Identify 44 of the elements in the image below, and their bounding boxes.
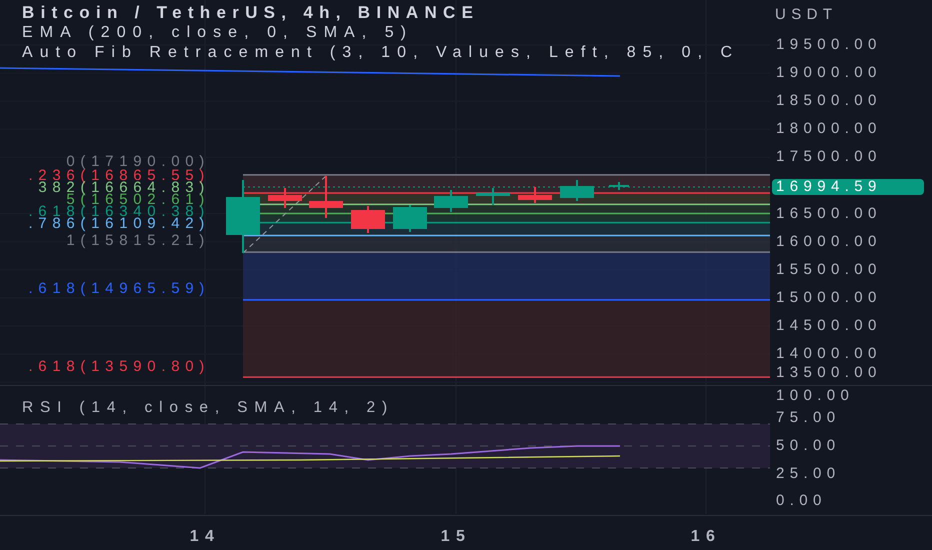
fib-level-label: 5(16502.61) [66, 193, 210, 206]
candlestick [309, 176, 343, 218]
rsi-tick: 0.00 [776, 493, 827, 508]
price-tick: 13500.00 [776, 365, 882, 380]
rsi-tick: 25.00 [776, 466, 841, 481]
price-tick: 16500.00 [776, 206, 882, 221]
price-tick: 17500.00 [776, 149, 882, 164]
currency-label: USDT [775, 5, 838, 25]
last-price-badge: 16994.59 [772, 179, 924, 195]
indicator-legend: Auto Fib Retracement (3, 10, Values, Left, 85, 0, C [22, 43, 740, 63]
candlestick [518, 187, 552, 203]
candlestick [434, 190, 468, 212]
rsi-tick: 50.00 [776, 438, 841, 453]
fib-level-label: 0(17190.00) [66, 155, 210, 168]
candlestick [393, 205, 427, 232]
candlestick [609, 182, 629, 190]
rsi-tick: 100.00 [776, 388, 854, 403]
fib-level-label: .618(16340.38) [28, 205, 210, 218]
fib-level-label: .618(13590.80) [28, 360, 210, 373]
price-tick: 14500.00 [776, 318, 882, 333]
price-tick: 18000.00 [776, 121, 882, 136]
candlestick [560, 180, 594, 201]
fib-level-label: .786(16109.42) [28, 217, 210, 230]
candlestick [476, 188, 510, 205]
rsi-tick: 75.00 [776, 410, 841, 425]
price-tick: 14000.00 [776, 346, 882, 362]
candlestick [351, 206, 385, 233]
symbol-title: Bitcoin / TetherUS, 4h, BINANCE [22, 3, 480, 23]
fib-level-label: 382(16664.83) [38, 181, 210, 194]
rsi-title: RSI (14, close, SMA, 14, 2) [22, 398, 394, 418]
price-tick: 19500.00 [776, 37, 882, 52]
fib-level-label: .618(14965.59) [28, 282, 210, 295]
time-tick: 15 [440, 529, 472, 544]
price-tick: 18500.00 [776, 93, 882, 108]
price-tick: 16000.00 [776, 234, 882, 249]
fib-level-label: 1(15815.21) [66, 234, 210, 247]
price-tick: 15500.00 [776, 262, 882, 277]
price-tick: 15000.00 [776, 290, 882, 305]
price-tick: 19000.00 [776, 65, 882, 80]
indicator-legend: EMA (200, close, 0, SMA, 5) [22, 23, 740, 43]
time-tick: 16 [690, 529, 722, 544]
time-tick: 14 [190, 529, 220, 544]
candlestick [268, 188, 302, 208]
fib-level-label: .236(16865.55) [28, 169, 210, 182]
